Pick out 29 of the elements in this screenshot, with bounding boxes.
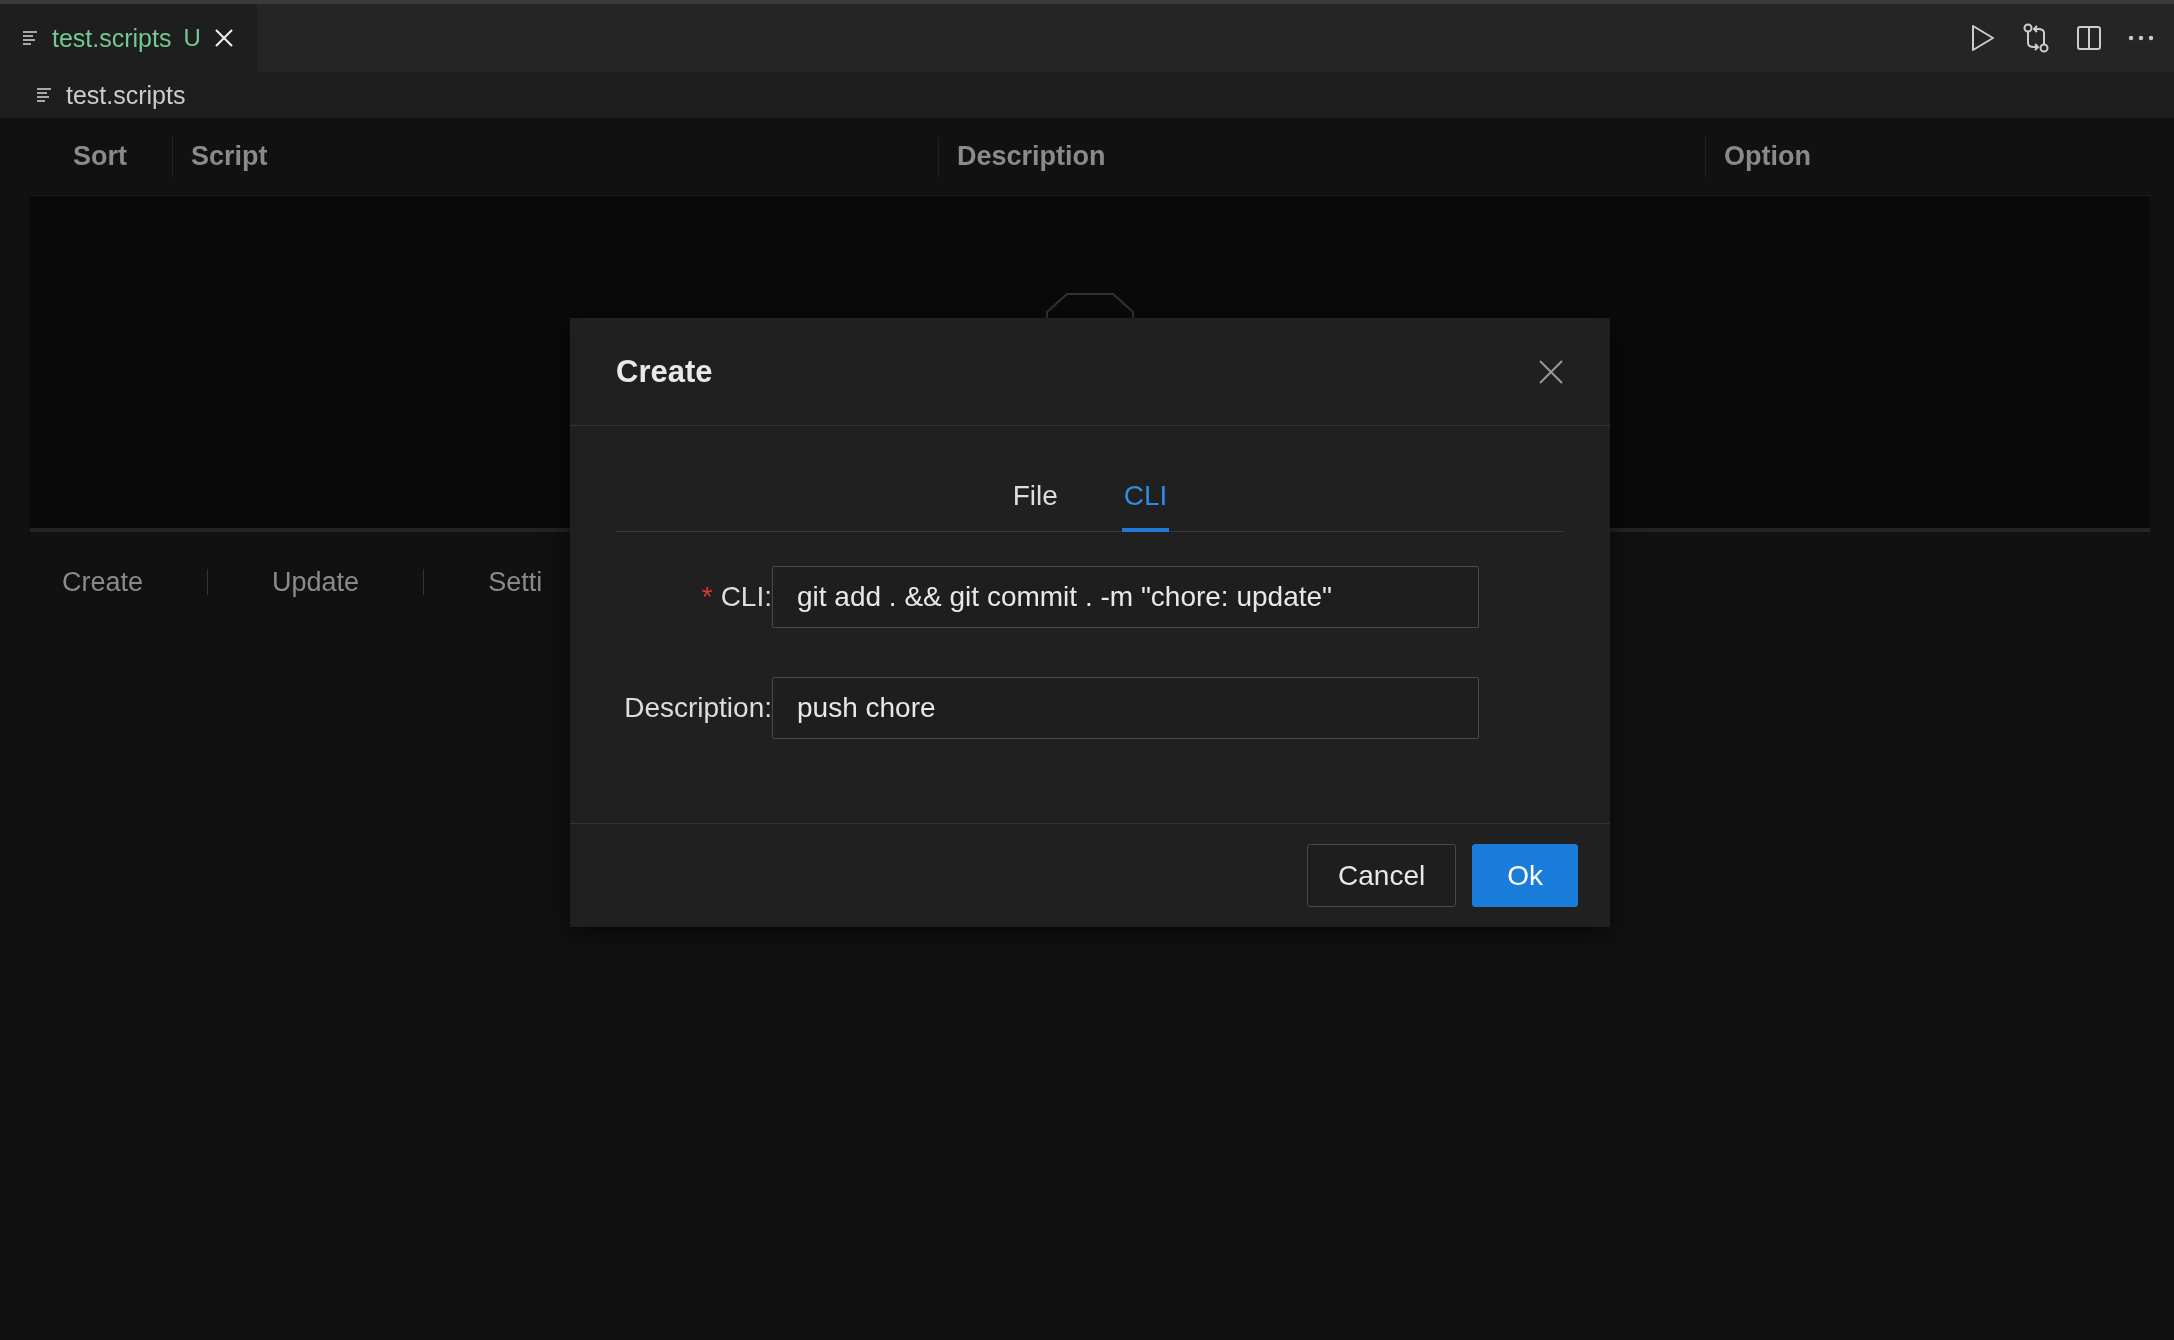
dialog-title: Create [616, 353, 713, 390]
ok-button[interactable]: Ok [1472, 844, 1578, 907]
split-editor-icon[interactable] [2076, 25, 2102, 51]
run-icon[interactable] [1970, 24, 1996, 52]
compare-changes-icon[interactable] [2022, 23, 2050, 53]
close-icon[interactable] [1538, 358, 1564, 385]
file-lines-icon [22, 30, 40, 46]
toolbar-tab[interactable]: Update [272, 566, 360, 598]
cancel-button[interactable]: Cancel [1307, 844, 1457, 907]
toolbar-tab[interactable]: Create [62, 566, 144, 598]
toolbar-tab[interactable]: Setti [488, 566, 543, 598]
column-header: Option [1724, 141, 1811, 172]
dialog-tab[interactable]: CLI [1121, 466, 1170, 532]
required-mark: * [701, 581, 713, 613]
field-label: CLI: [720, 581, 772, 613]
field-label: Description: [624, 692, 772, 724]
editor-tab[interactable]: test.scripts U [0, 4, 257, 72]
git-status: U [183, 24, 201, 52]
more-icon[interactable] [2128, 35, 2154, 41]
file-lines-icon [36, 87, 54, 103]
column-header: Description [957, 141, 1106, 172]
tab-label: test.scripts [52, 23, 172, 53]
breadcrumb-item[interactable]: test.scripts [66, 80, 186, 110]
column-header: Script [191, 141, 268, 172]
input-field[interactable]: push chore [772, 677, 1479, 739]
input-field[interactable]: git add . && git commit . -m "chore: update" [772, 566, 1479, 628]
close-icon[interactable] [212, 27, 235, 49]
dialog-tab[interactable]: File [1010, 466, 1060, 532]
column-header: Sort [73, 141, 127, 172]
